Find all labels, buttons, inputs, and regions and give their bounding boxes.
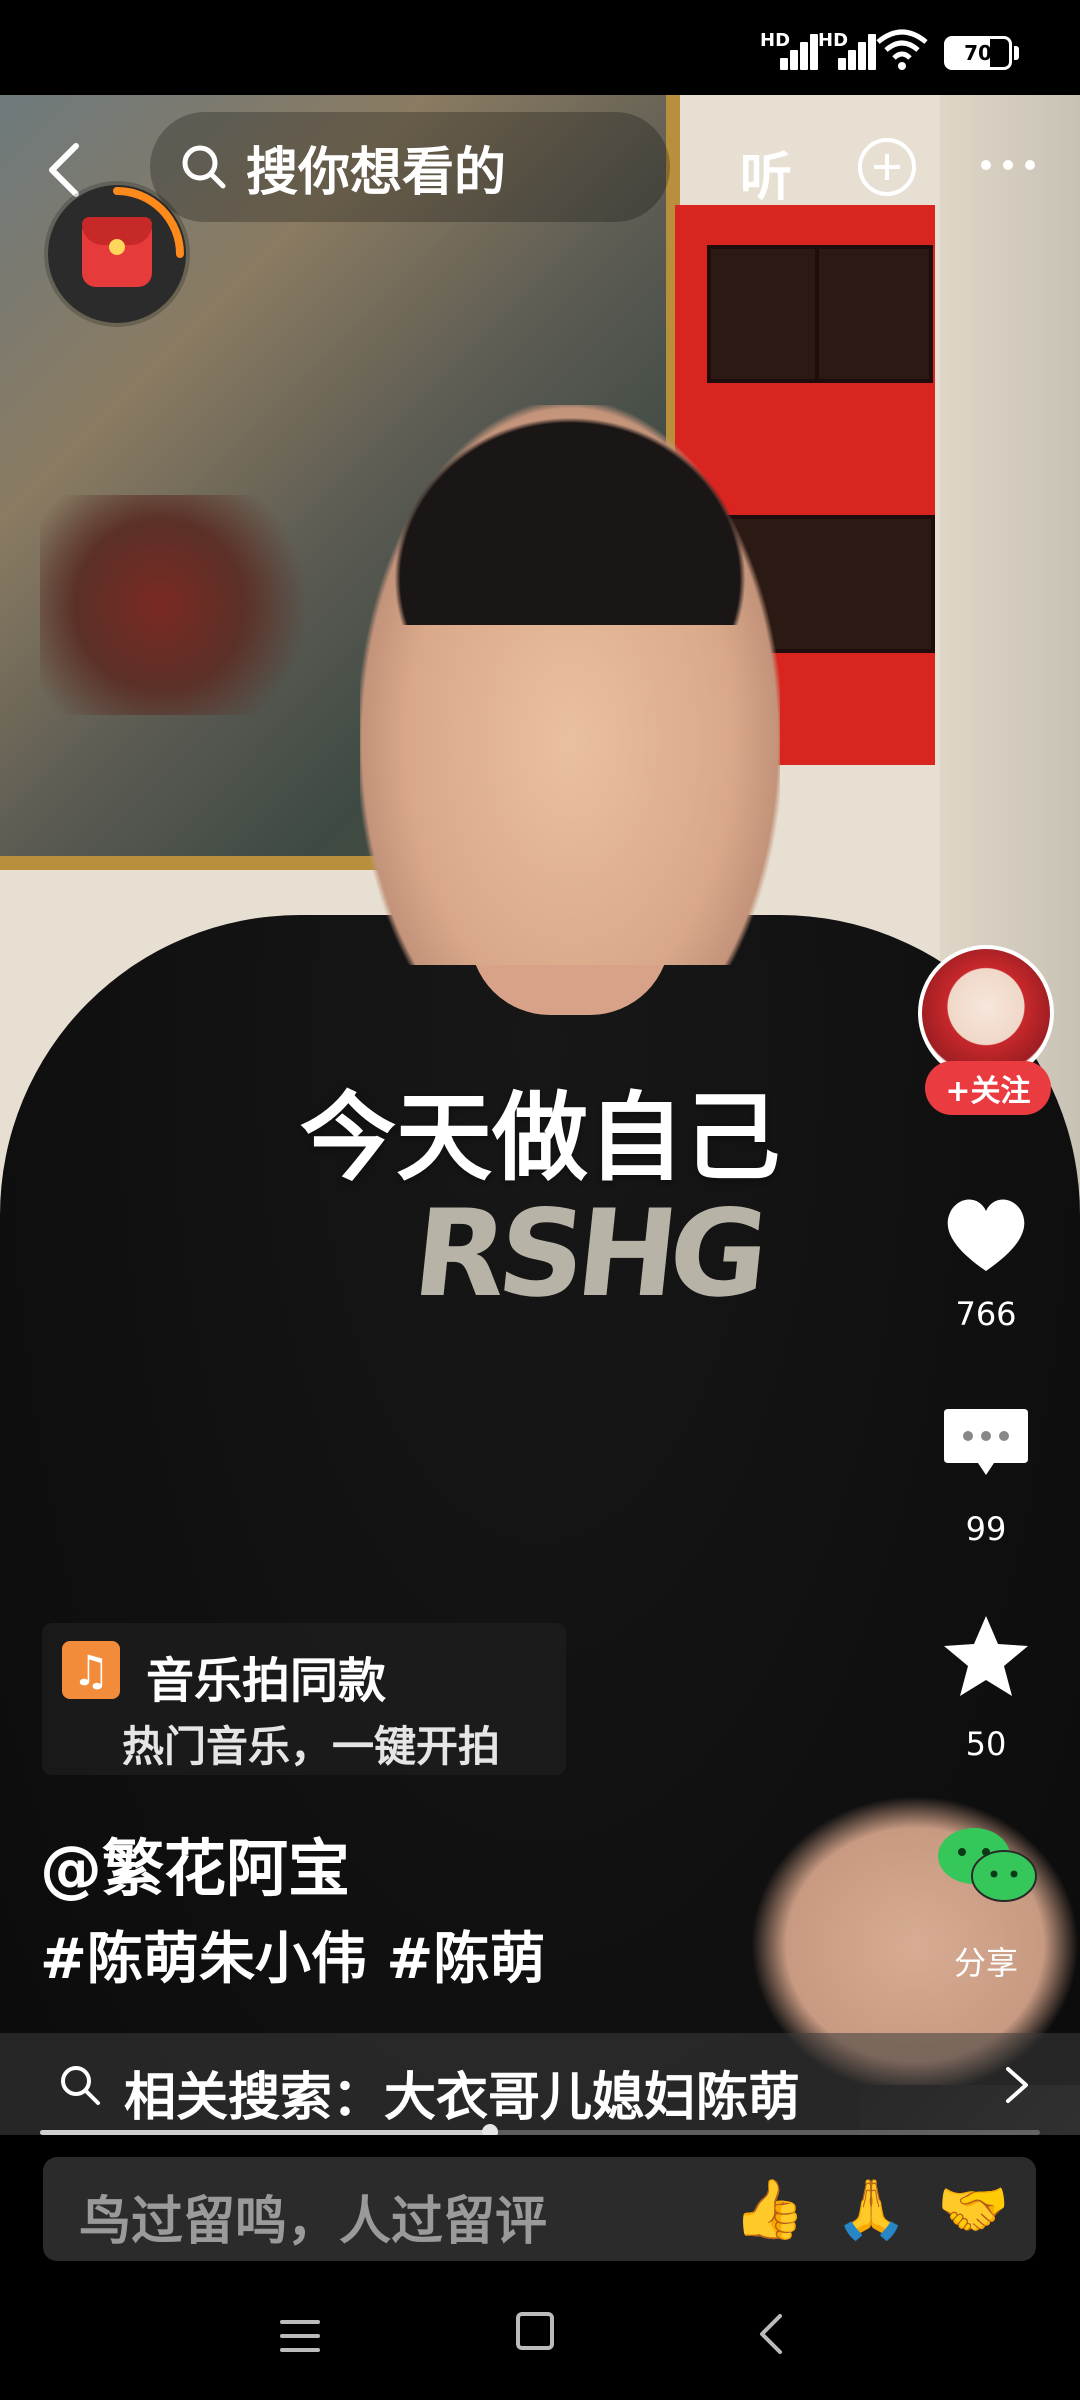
search-icon bbox=[61, 2066, 100, 2105]
more-icon[interactable] bbox=[978, 155, 1038, 175]
related-search-text: 相关搜索：大衣哥儿媳妇陈萌 bbox=[124, 2068, 801, 2128]
wifi-icon bbox=[876, 29, 928, 70]
music-card-subtitle: 热门音乐，一键开拍 bbox=[122, 1722, 501, 1771]
music-shoot-card[interactable]: ♫ 音乐拍同款 热门音乐，一键开拍 bbox=[42, 1623, 566, 1775]
battery-icon: 70 bbox=[944, 36, 1012, 70]
comment-bar: 鸟过留鸣，人过留评 👍 🙏 🤝 bbox=[0, 2135, 1080, 2270]
signal-strength-2: HD bbox=[818, 30, 876, 74]
author-name[interactable]: @繁花阿宝 bbox=[40, 1818, 350, 1908]
battery-nub bbox=[1014, 46, 1019, 60]
back-nav-icon[interactable] bbox=[756, 2312, 786, 2356]
like-count: 766 bbox=[955, 1295, 1017, 1333]
favorite-star-icon[interactable] bbox=[938, 1610, 1034, 1706]
person-hair bbox=[370, 395, 770, 625]
related-search-bar[interactable]: 相关搜索：大衣哥儿媳妇陈萌 bbox=[0, 2033, 1080, 2137]
red-packet-icon bbox=[82, 217, 152, 287]
search-placeholder: 搜你想看的 bbox=[246, 142, 507, 203]
comment-placeholder: 鸟过留鸣，人过留评 bbox=[79, 2192, 548, 2252]
red-packet-timer[interactable] bbox=[48, 185, 186, 323]
search-bar[interactable]: 搜你想看的 bbox=[150, 112, 670, 222]
music-card-title: 音乐拍同款 bbox=[146, 1653, 387, 1709]
comment-input[interactable]: 鸟过留鸣，人过留评 👍 🙏 🤝 bbox=[43, 2157, 1036, 2261]
chevron-right-icon bbox=[1006, 2067, 1028, 2103]
listen-button[interactable]: 听 bbox=[740, 135, 792, 210]
painting-detail bbox=[40, 495, 340, 715]
pray-emoji-button[interactable]: 🙏 bbox=[835, 2175, 907, 2244]
menu-icon[interactable] bbox=[278, 2316, 322, 2356]
favorite-count: 50 bbox=[965, 1725, 1007, 1763]
search-icon bbox=[182, 145, 226, 189]
hashtags[interactable]: #陈萌朱小伟 #陈萌 bbox=[40, 1914, 545, 1995]
follow-button[interactable]: +关注 bbox=[925, 1061, 1051, 1115]
shirt-logo: RSHG bbox=[406, 1185, 768, 1324]
add-icon[interactable] bbox=[858, 138, 916, 196]
handshake-emoji-button[interactable]: 🤝 bbox=[937, 2175, 1009, 2244]
comment-count: 99 bbox=[965, 1510, 1007, 1548]
home-icon[interactable] bbox=[516, 2312, 554, 2350]
status-bar: HD HD 70 bbox=[0, 0, 1080, 95]
system-nav-bar bbox=[0, 2270, 1080, 2400]
video-caption-overlay: 今天做自己 bbox=[300, 1082, 780, 1194]
battery-percent: 70 bbox=[964, 41, 992, 65]
like-heart-icon[interactable] bbox=[938, 1185, 1034, 1281]
signal-strength-1: HD bbox=[760, 30, 818, 74]
wechat-share-icon[interactable] bbox=[932, 1820, 1042, 1916]
music-note-icon: ♫ bbox=[62, 1641, 120, 1699]
thumbs-up-emoji-button[interactable]: 👍 bbox=[733, 2175, 805, 2244]
comment-icon[interactable] bbox=[938, 1395, 1034, 1491]
share-label: 分享 bbox=[953, 1944, 1018, 1982]
